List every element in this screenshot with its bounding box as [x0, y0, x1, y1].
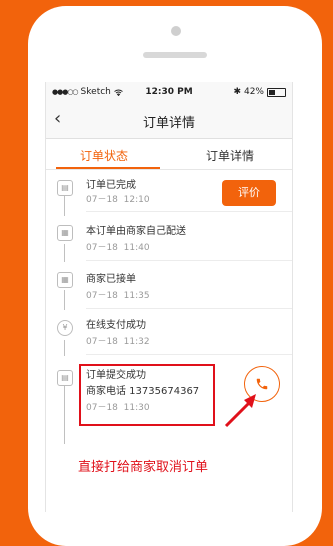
timeline-date: 07－18 12:10: [86, 195, 150, 205]
page-title: 订单详情: [142, 116, 195, 131]
timeline-connector: [64, 196, 65, 216]
battery-icon: [267, 87, 286, 97]
timeline-title: 本订单由商家自己配送: [86, 226, 186, 237]
timeline-connector: [64, 290, 65, 310]
tab-order-status[interactable]: 订单状态: [80, 147, 128, 164]
highlight-box: [79, 364, 215, 426]
app-screen: ●●●○○ Sketch 12:30 PM ✱ 42% ‹ 订单详情 订单状态 …: [45, 82, 293, 512]
timeline-date: 07－18 11:40: [86, 243, 150, 253]
divider: [86, 260, 292, 261]
tab-order-details[interactable]: 订单详情: [206, 147, 254, 164]
divider: [86, 211, 292, 212]
clipboard-icon: ▤: [57, 180, 73, 196]
status-bar: ●●●○○ Sketch 12:30 PM ✱ 42%: [46, 82, 292, 102]
timeline-date: 07－18 11:35: [86, 291, 150, 301]
divider: [86, 308, 292, 309]
timeline-title: 订单已完成: [86, 180, 136, 191]
store-icon: ▦: [57, 225, 73, 241]
timeline-date: 07－18 11:32: [86, 337, 150, 347]
phone-icon: [256, 378, 268, 390]
timeline-title: 在线支付成功: [86, 320, 146, 331]
timeline-connector: [64, 384, 65, 444]
camera-dot: [171, 26, 181, 36]
clipboard-icon: ▤: [57, 370, 73, 386]
yen-icon: ¥: [57, 320, 73, 336]
nav-bar: ‹ 订单详情: [46, 102, 292, 139]
annotation-note: 直接打给商家取消订单: [78, 460, 209, 475]
divider: [86, 354, 292, 355]
evaluate-button[interactable]: 评价: [222, 180, 276, 206]
store-icon: ▦: [57, 272, 73, 288]
active-tab-underline: [56, 167, 160, 169]
status-right: ✱ 42%: [233, 87, 286, 97]
tab-bar: 订单状态 订单详情: [46, 139, 292, 170]
arrow-icon: [224, 394, 256, 428]
timeline-connector: [64, 244, 65, 262]
speaker-slot: [143, 52, 207, 58]
battery-percent: 42%: [243, 87, 264, 97]
bluetooth-icon: ✱: [233, 87, 241, 97]
timeline-title: 商家已接单: [86, 274, 136, 285]
timeline-connector: [64, 340, 65, 356]
